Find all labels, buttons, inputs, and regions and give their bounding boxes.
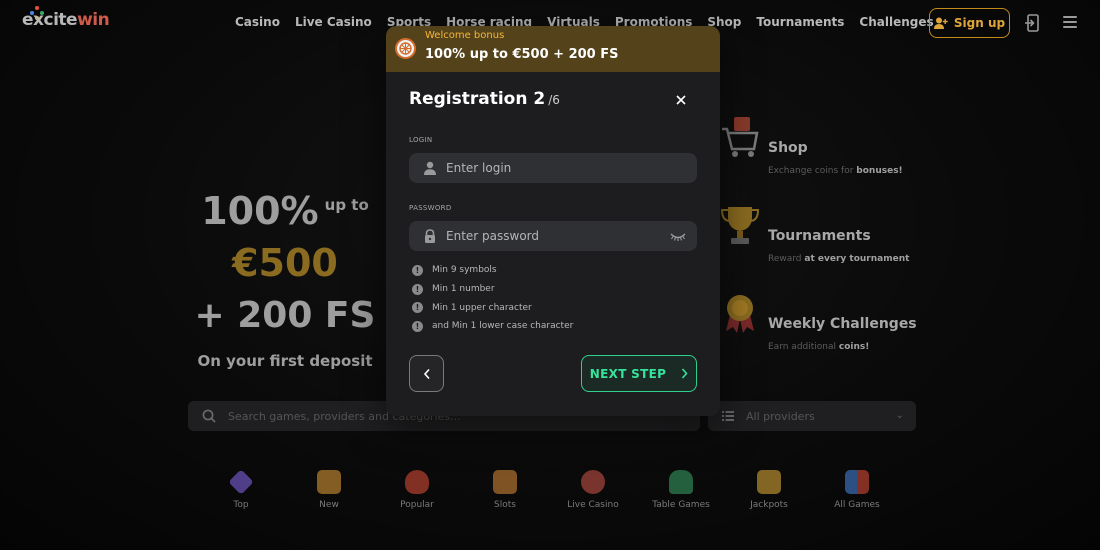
sign-up-label: Sign up — [953, 16, 1006, 30]
eye-closed-icon[interactable] — [670, 230, 686, 242]
diamond-icon — [228, 469, 254, 495]
alert-icon: ! — [412, 320, 423, 332]
login-input[interactable] — [446, 161, 646, 175]
nav-item-live-casino[interactable]: Live Casino — [295, 15, 372, 29]
category-jackpots[interactable]: Jackpots — [725, 470, 813, 510]
feature-desc: Exchange coins for bonuses! — [768, 166, 903, 176]
feature-desc: Reward at every tournament — [768, 254, 910, 264]
nav-item-tournaments[interactable]: Tournaments — [756, 15, 844, 29]
password-input[interactable] — [446, 229, 646, 243]
banner-title: 100% up to €500 + 200 FS — [425, 47, 619, 62]
close-icon[interactable] — [674, 93, 688, 107]
password-field[interactable] — [409, 221, 697, 251]
grid-icon — [845, 470, 869, 494]
modal-title-text: Registration 2 — [409, 89, 546, 109]
alert-icon: ! — [412, 283, 423, 295]
dealer-icon — [581, 470, 605, 494]
list-icon — [722, 411, 734, 421]
nav-item-challenges[interactable]: Challenges — [859, 15, 933, 29]
next-step-label: NEXT STEP — [589, 366, 667, 381]
welcome-bonus-banner: Welcome bonus 100% up to €500 + 200 FS — [386, 26, 720, 72]
next-step-button[interactable]: NEXT STEP — [581, 355, 697, 392]
feature-title: Tournaments — [768, 228, 871, 244]
category-popular[interactable]: Popular — [373, 470, 461, 510]
providers-label: All providers — [746, 409, 815, 423]
password-label: PASSWORD — [409, 204, 452, 212]
alert-icon: ! — [412, 302, 423, 314]
welcome-promo: 100% up to €500 + 200 FS On your first de… — [190, 180, 380, 370]
promo-spins: + 200 FS — [194, 295, 376, 336]
table-icon — [669, 470, 693, 494]
login-field[interactable] — [409, 153, 697, 183]
password-rule: ! Min 9 symbols — [412, 261, 573, 280]
medal-icon — [726, 295, 754, 333]
search-icon — [202, 409, 216, 423]
password-rule: ! Min 1 number — [412, 280, 573, 299]
logo-prefix: excite — [22, 10, 78, 30]
password-rule: ! and Min 1 lower case character — [412, 317, 573, 336]
roulette-icon — [395, 38, 416, 59]
category-table-games[interactable]: Table Games — [637, 470, 725, 510]
providers-select[interactable]: All providers ⌄ — [708, 401, 916, 431]
add-user-icon — [933, 17, 948, 29]
slot-machine-icon — [493, 470, 517, 494]
fire-icon — [405, 470, 429, 494]
banner-label: Welcome bonus — [425, 30, 505, 41]
feature-title: Shop — [768, 140, 808, 156]
login-icon[interactable] — [1025, 14, 1039, 32]
site-logo[interactable]: excitewin — [22, 10, 110, 30]
hamburger-menu-icon[interactable] — [1063, 16, 1077, 28]
alert-icon: ! — [412, 264, 423, 276]
modal-step-count: /6 — [548, 93, 560, 107]
chevron-down-icon: ⌄ — [895, 410, 904, 421]
modal-title: Registration 2/6 — [409, 89, 560, 109]
registration-modal: Welcome bonus 100% up to €500 + 200 FS R… — [386, 26, 720, 416]
cart-icon — [722, 117, 759, 157]
category-top[interactable]: Top — [197, 469, 285, 510]
chevron-left-icon — [423, 368, 430, 379]
promo-amount: €500 — [232, 241, 338, 285]
category-all-games[interactable]: All Games — [813, 470, 901, 510]
nav-item-casino[interactable]: Casino — [235, 15, 280, 29]
category-slots[interactable]: Slots — [461, 470, 549, 510]
promo-upto: up to — [324, 196, 369, 214]
promo-percent: 100% — [201, 189, 319, 233]
login-label: LOGIN — [409, 136, 433, 144]
category-new[interactable]: New — [285, 470, 373, 510]
category-live-casino[interactable]: Live Casino — [549, 470, 637, 510]
back-button[interactable] — [409, 355, 444, 392]
logo-suffix: win — [77, 10, 110, 30]
ribbon-icon — [317, 470, 341, 494]
crown-icon — [757, 470, 781, 494]
password-rule: ! Min 1 upper character — [412, 298, 573, 317]
trophy-icon — [720, 207, 760, 244]
feature-title: Weekly Challenges — [768, 316, 917, 332]
game-categories: Top New Popular Slots Live Casino Table … — [197, 469, 901, 510]
user-icon — [424, 161, 436, 175]
feature-desc: Earn additional coins! — [768, 342, 870, 352]
promo-subtitle: On your first deposit — [197, 352, 373, 370]
sign-up-button[interactable]: Sign up — [929, 8, 1010, 38]
chevron-right-icon — [682, 368, 688, 379]
lock-icon — [425, 229, 435, 243]
password-rules: ! Min 9 symbols ! Min 1 number ! Min 1 uppe… — [412, 261, 573, 336]
